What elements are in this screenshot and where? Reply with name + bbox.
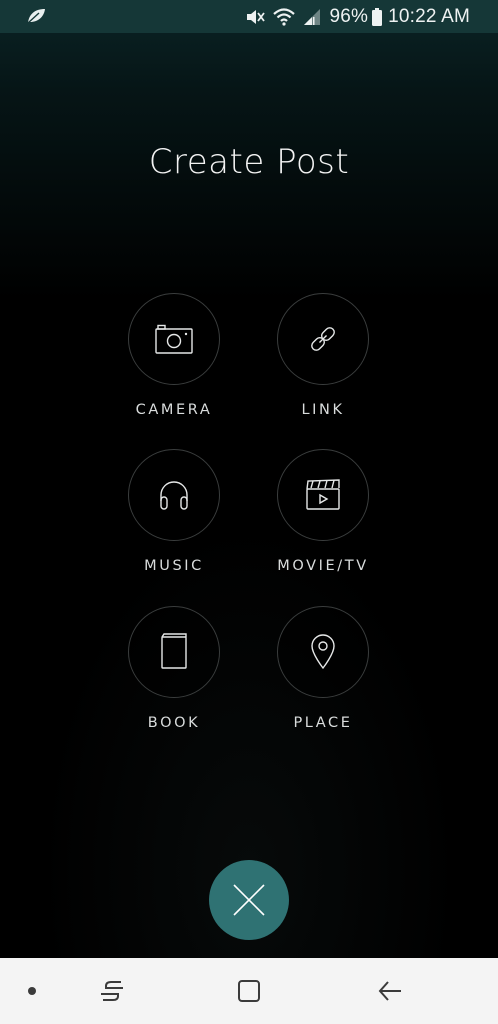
home-icon (238, 980, 260, 1002)
wifi-icon (273, 7, 296, 26)
battery-icon (372, 7, 383, 26)
music-label: MUSIC (144, 558, 204, 574)
home-button[interactable] (229, 958, 269, 1024)
nav-dot[interactable] (20, 958, 44, 1024)
camera-icon (155, 324, 193, 354)
map-pin-icon (311, 634, 335, 670)
dot-icon (28, 987, 36, 995)
link-label: LINK (301, 402, 345, 418)
signal-icon (304, 8, 321, 25)
book-button[interactable] (128, 606, 220, 698)
link-option[interactable]: LINK (248, 293, 398, 418)
back-button[interactable] (370, 958, 410, 1024)
music-button[interactable] (128, 449, 220, 541)
close-button[interactable] (209, 860, 289, 940)
leaf-icon (27, 9, 45, 24)
recents-button[interactable] (92, 958, 132, 1024)
link-button[interactable] (277, 293, 369, 385)
camera-button[interactable] (128, 293, 220, 385)
battery-percent: 96% (329, 5, 369, 27)
clapperboard-icon (306, 479, 340, 510)
camera-label: CAMERA (135, 402, 213, 418)
movie-tv-button[interactable] (277, 449, 369, 541)
system-nav-bar (0, 958, 498, 1024)
link-icon (311, 327, 335, 351)
camera-option[interactable]: CAMERA (99, 293, 249, 418)
back-icon (378, 981, 401, 1001)
place-label: PLACE (293, 715, 353, 731)
clock: 10:22 AM (388, 5, 470, 27)
page-title: Create Post (148, 142, 350, 182)
status-icons: 96% 10:22 AM (245, 0, 470, 33)
movie-tv-label: MOVIE/TV (277, 558, 369, 574)
movie-tv-option[interactable]: MOVIE/TV (248, 449, 398, 574)
book-option[interactable]: BOOK (99, 606, 249, 731)
close-icon (233, 884, 265, 916)
recents-icon (101, 981, 123, 1001)
place-button[interactable] (277, 606, 369, 698)
music-option[interactable]: MUSIC (99, 449, 249, 574)
book-icon (161, 633, 187, 669)
create-post-screen: 96% 10:22 AM Create Post CAMERA LINK MUS… (0, 0, 498, 1024)
book-label: BOOK (147, 715, 201, 731)
headphones-icon (160, 481, 188, 510)
place-option[interactable]: PLACE (248, 606, 398, 731)
status-bar: 96% 10:22 AM (0, 0, 498, 33)
mute-icon (247, 9, 266, 24)
